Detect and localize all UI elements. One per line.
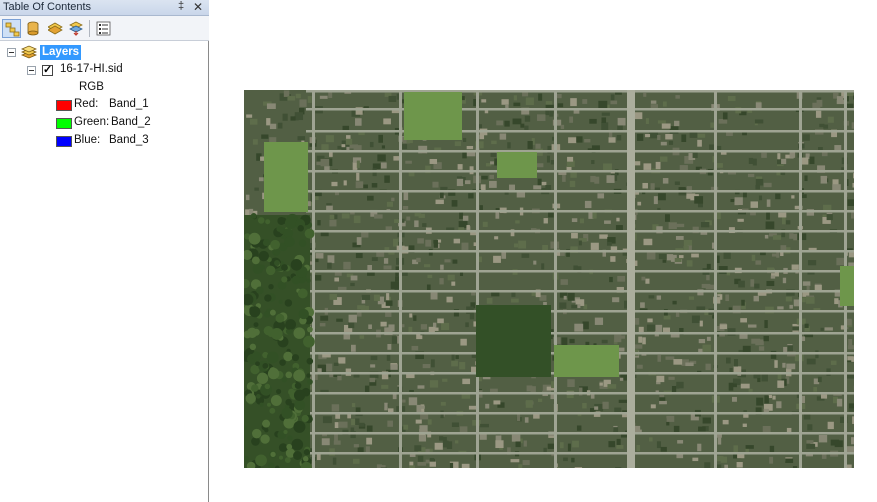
- options-button[interactable]: [94, 19, 113, 38]
- data-frame-label[interactable]: Layers: [40, 45, 82, 60]
- checkmark-icon: ✓: [43, 64, 53, 76]
- band-name-red: Band_1: [109, 98, 149, 110]
- green-swatch[interactable]: [56, 118, 72, 129]
- list-by-source-button[interactable]: [24, 19, 43, 38]
- toc-title-bar[interactable]: Table Of Contents ‡ ✕: [0, 0, 209, 16]
- list-by-drawing-order-icon: [5, 22, 20, 37]
- toolbar-separator: [89, 20, 90, 37]
- layer-collapse-toggle[interactable]: [27, 66, 36, 75]
- list-by-visibility-button[interactable]: [46, 19, 65, 38]
- band-channel-red: Red:: [74, 98, 99, 110]
- list-by-drawing-order-button[interactable]: [2, 19, 21, 38]
- list-by-visibility-icon: [48, 22, 63, 35]
- band-channel-green: Green:: [74, 116, 110, 128]
- aerial-imagery[interactable]: [244, 90, 854, 468]
- band-name-green: Band_2: [111, 116, 151, 128]
- layers-collapse-toggle[interactable]: [7, 48, 16, 57]
- list-by-selection-button[interactable]: [67, 19, 86, 38]
- aerial-photo-canvas: [244, 90, 854, 468]
- layer-name[interactable]: 16-17-HI.sid: [60, 63, 123, 75]
- symbology-heading: RGB: [79, 81, 104, 93]
- table-of-contents-panel: Table Of Contents ‡ ✕ Layers ✓ 16-17-HI.…: [0, 0, 209, 502]
- close-icon[interactable]: ✕: [193, 0, 203, 14]
- pin-icon[interactable]: ‡: [178, 0, 184, 12]
- toc-title: Table Of Contents: [3, 1, 92, 13]
- band-channel-blue: Blue:: [74, 134, 101, 146]
- band-name-blue: Band_3: [109, 134, 149, 146]
- imagery-tint: [244, 90, 854, 468]
- data-frame-layers-icon: [20, 45, 38, 59]
- layer-visibility-checkbox[interactable]: ✓: [42, 64, 53, 76]
- toc-toolbar: [0, 16, 209, 41]
- map-display[interactable]: [210, 0, 877, 502]
- list-by-source-icon: [27, 21, 39, 36]
- red-swatch[interactable]: [56, 100, 72, 111]
- blue-swatch[interactable]: [56, 136, 72, 147]
- list-by-selection-icon: [69, 21, 83, 36]
- options-icon: [96, 21, 111, 36]
